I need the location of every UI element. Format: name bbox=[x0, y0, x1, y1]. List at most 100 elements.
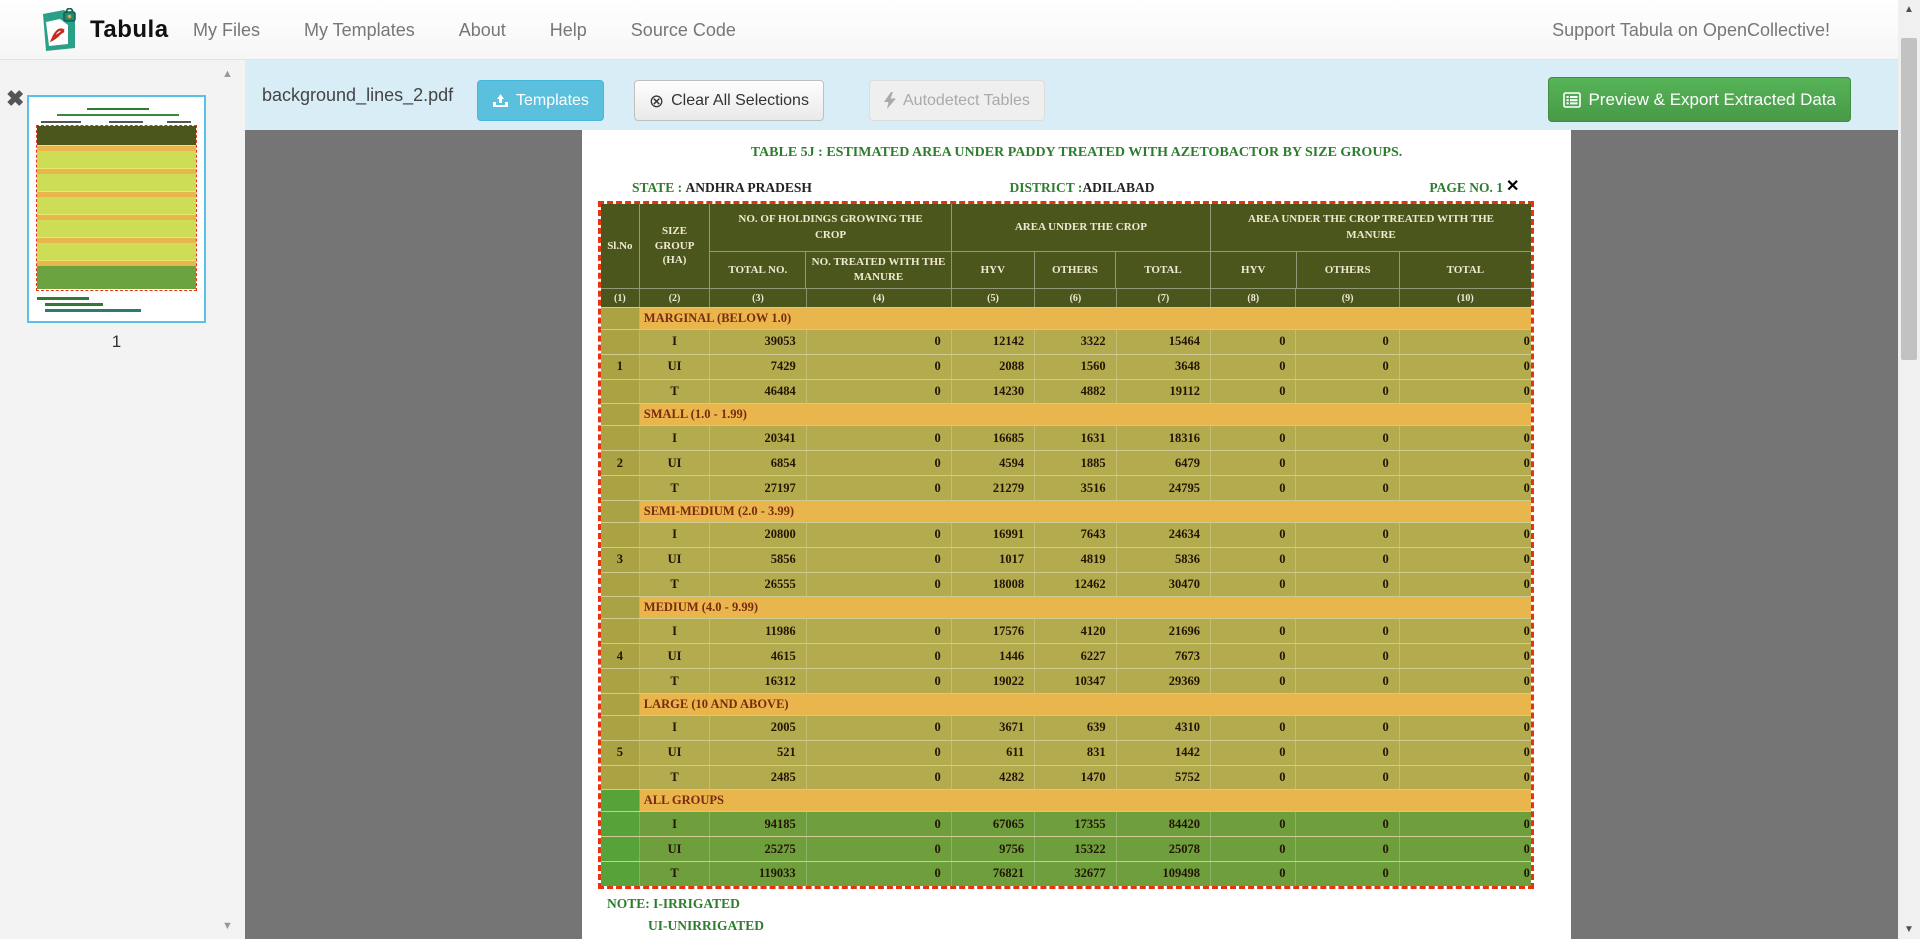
value-cell: 21696 bbox=[1117, 619, 1211, 643]
slno-cell: 2 bbox=[601, 451, 640, 475]
value-cell: 0 bbox=[1400, 355, 1531, 379]
slno-cell bbox=[601, 716, 640, 740]
section-band-row: LARGE (10 AND ABOVE) bbox=[601, 693, 1531, 715]
note-line-2: UI-UNIRRIGATED bbox=[648, 918, 764, 934]
pdf-page[interactable]: TABLE 5J : ESTIMATED AREA UNDER PADDY TR… bbox=[582, 130, 1571, 939]
nav-item-my-files[interactable]: My Files bbox=[193, 20, 260, 41]
value-cell: 0 bbox=[1296, 451, 1399, 475]
nav-item-my-templates[interactable]: My Templates bbox=[304, 20, 415, 41]
page-thumbnail[interactable] bbox=[27, 95, 206, 323]
value-cell: 2088 bbox=[952, 355, 1035, 379]
value-cell: 24795 bbox=[1117, 476, 1211, 500]
row-type-cell: UI bbox=[640, 451, 711, 475]
value-cell: 0 bbox=[1400, 451, 1531, 475]
value-cell: 0 bbox=[1211, 862, 1296, 886]
value-cell: 1560 bbox=[1035, 355, 1116, 379]
value-cell: 14230 bbox=[952, 380, 1035, 404]
table-row: 5UI52106118311442000 bbox=[601, 740, 1531, 765]
value-cell: 1631 bbox=[1035, 426, 1116, 450]
page-number-label: PAGE NO. 1 bbox=[1429, 180, 1503, 196]
header-group-label: NO. OF HOLDINGS GROWING THE CROP bbox=[710, 204, 950, 252]
selection-close-icon[interactable]: ✕ bbox=[1506, 176, 1519, 196]
value-cell: 0 bbox=[807, 476, 952, 500]
brand-title: Tabula bbox=[90, 16, 169, 44]
section-band-row: MARGINAL (BELOW 1.0) bbox=[601, 307, 1531, 329]
table-row: I20800016991764324634000 bbox=[601, 522, 1531, 547]
support-link[interactable]: Support Tabula on OpenCollective! bbox=[1552, 0, 1830, 60]
clear-selections-icon: ⊗ bbox=[649, 92, 664, 110]
value-cell: 10347 bbox=[1035, 669, 1116, 693]
value-cell: 0 bbox=[1296, 837, 1399, 861]
value-cell: 76821 bbox=[952, 862, 1035, 886]
table-row: I20341016685163118316000 bbox=[601, 425, 1531, 450]
header-subcell: TOTAL bbox=[1116, 252, 1210, 288]
value-cell: 46484 bbox=[710, 380, 806, 404]
value-cell: 16991 bbox=[952, 523, 1035, 547]
table-row: I941850670651735584420000 bbox=[601, 811, 1531, 836]
clear-all-selections-button[interactable]: ⊗ Clear All Selections bbox=[634, 80, 824, 121]
value-cell: 0 bbox=[1211, 548, 1296, 572]
value-cell: 3516 bbox=[1035, 476, 1116, 500]
column-number-cell: (4) bbox=[807, 289, 952, 307]
value-cell: 18316 bbox=[1117, 426, 1211, 450]
table-row: T163120190221034729369000 bbox=[601, 668, 1531, 693]
state-value: ANDHRA PRADESH bbox=[686, 180, 812, 195]
nav-item-about[interactable]: About bbox=[459, 20, 506, 41]
value-cell: 3648 bbox=[1117, 355, 1211, 379]
value-cell: 0 bbox=[1400, 669, 1531, 693]
row-type-cell: T bbox=[640, 862, 711, 886]
value-cell: 21279 bbox=[952, 476, 1035, 500]
value-cell: 0 bbox=[1400, 619, 1531, 643]
value-cell: 12462 bbox=[1035, 573, 1116, 597]
value-cell: 611 bbox=[952, 741, 1035, 765]
value-cell: 27197 bbox=[710, 476, 806, 500]
brand-wrap[interactable]: Tabula bbox=[40, 8, 169, 52]
document-title: TABLE 5J : ESTIMATED AREA UNDER PADDY TR… bbox=[582, 145, 1571, 161]
table-row: T27197021279351624795000 bbox=[601, 475, 1531, 500]
table-selection-box[interactable]: Sl.NoSIZE GROUP (HA)NO. OF HOLDINGS GROW… bbox=[598, 201, 1534, 889]
document-toolbar: background_lines_2.pdf Templates ⊗ Clear… bbox=[245, 60, 1920, 130]
value-cell: 0 bbox=[1296, 548, 1399, 572]
column-number-cell: (6) bbox=[1035, 289, 1116, 307]
scrollbar-thumb[interactable] bbox=[1901, 38, 1917, 360]
sidebar-scroll-up-icon[interactable]: ▲ bbox=[222, 68, 233, 80]
value-cell: 0 bbox=[1296, 741, 1399, 765]
value-cell: 0 bbox=[1211, 523, 1296, 547]
value-cell: 0 bbox=[1211, 669, 1296, 693]
row-type-cell: UI bbox=[640, 837, 711, 861]
scrollbar-down-icon[interactable]: ▼ bbox=[1898, 924, 1920, 935]
remove-page-icon[interactable]: ✖ bbox=[6, 88, 24, 110]
header-group: AREA UNDER THE CROP TREATED WITH THE MAN… bbox=[1211, 204, 1531, 288]
value-cell: 0 bbox=[1400, 837, 1531, 861]
slno-cell bbox=[601, 573, 640, 597]
value-cell: 9756 bbox=[952, 837, 1035, 861]
value-cell: 26555 bbox=[710, 573, 806, 597]
templates-button[interactable]: Templates bbox=[477, 80, 604, 121]
value-cell: 0 bbox=[1211, 451, 1296, 475]
value-cell: 0 bbox=[807, 523, 952, 547]
row-type-cell: T bbox=[640, 573, 711, 597]
extracted-table: Sl.NoSIZE GROUP (HA)NO. OF HOLDINGS GROW… bbox=[601, 204, 1531, 886]
value-cell: 0 bbox=[807, 380, 952, 404]
nav-item-source-code[interactable]: Source Code bbox=[631, 20, 736, 41]
slno-cell bbox=[601, 694, 640, 715]
value-cell: 0 bbox=[1296, 573, 1399, 597]
value-cell: 0 bbox=[1296, 716, 1399, 740]
table-header: Sl.NoSIZE GROUP (HA)NO. OF HOLDINGS GROW… bbox=[601, 204, 1531, 288]
tabula-logo-icon bbox=[40, 8, 78, 52]
scrollbar-up-icon[interactable]: ▲ bbox=[1898, 4, 1920, 15]
row-type-cell: I bbox=[640, 523, 711, 547]
column-number-cell: (2) bbox=[640, 289, 711, 307]
nav-item-help[interactable]: Help bbox=[550, 20, 587, 41]
column-numbers-row: (1)(2)(3)(4)(5)(6)(7)(8)(9)(10) bbox=[601, 288, 1531, 307]
header-subcell: HYV bbox=[1211, 252, 1296, 288]
value-cell: 18008 bbox=[952, 573, 1035, 597]
window-scrollbar[interactable]: ▲ ▼ bbox=[1898, 0, 1920, 939]
section-band-label: MEDIUM (4.0 - 9.99) bbox=[640, 597, 1531, 618]
value-cell: 24634 bbox=[1117, 523, 1211, 547]
preview-export-button[interactable]: Preview & Export Extracted Data bbox=[1548, 77, 1851, 122]
value-cell: 3671 bbox=[952, 716, 1035, 740]
sidebar-scroll-down-icon[interactable]: ▼ bbox=[222, 920, 233, 932]
open-filename: background_lines_2.pdf bbox=[262, 60, 453, 130]
value-cell: 15464 bbox=[1117, 330, 1211, 354]
